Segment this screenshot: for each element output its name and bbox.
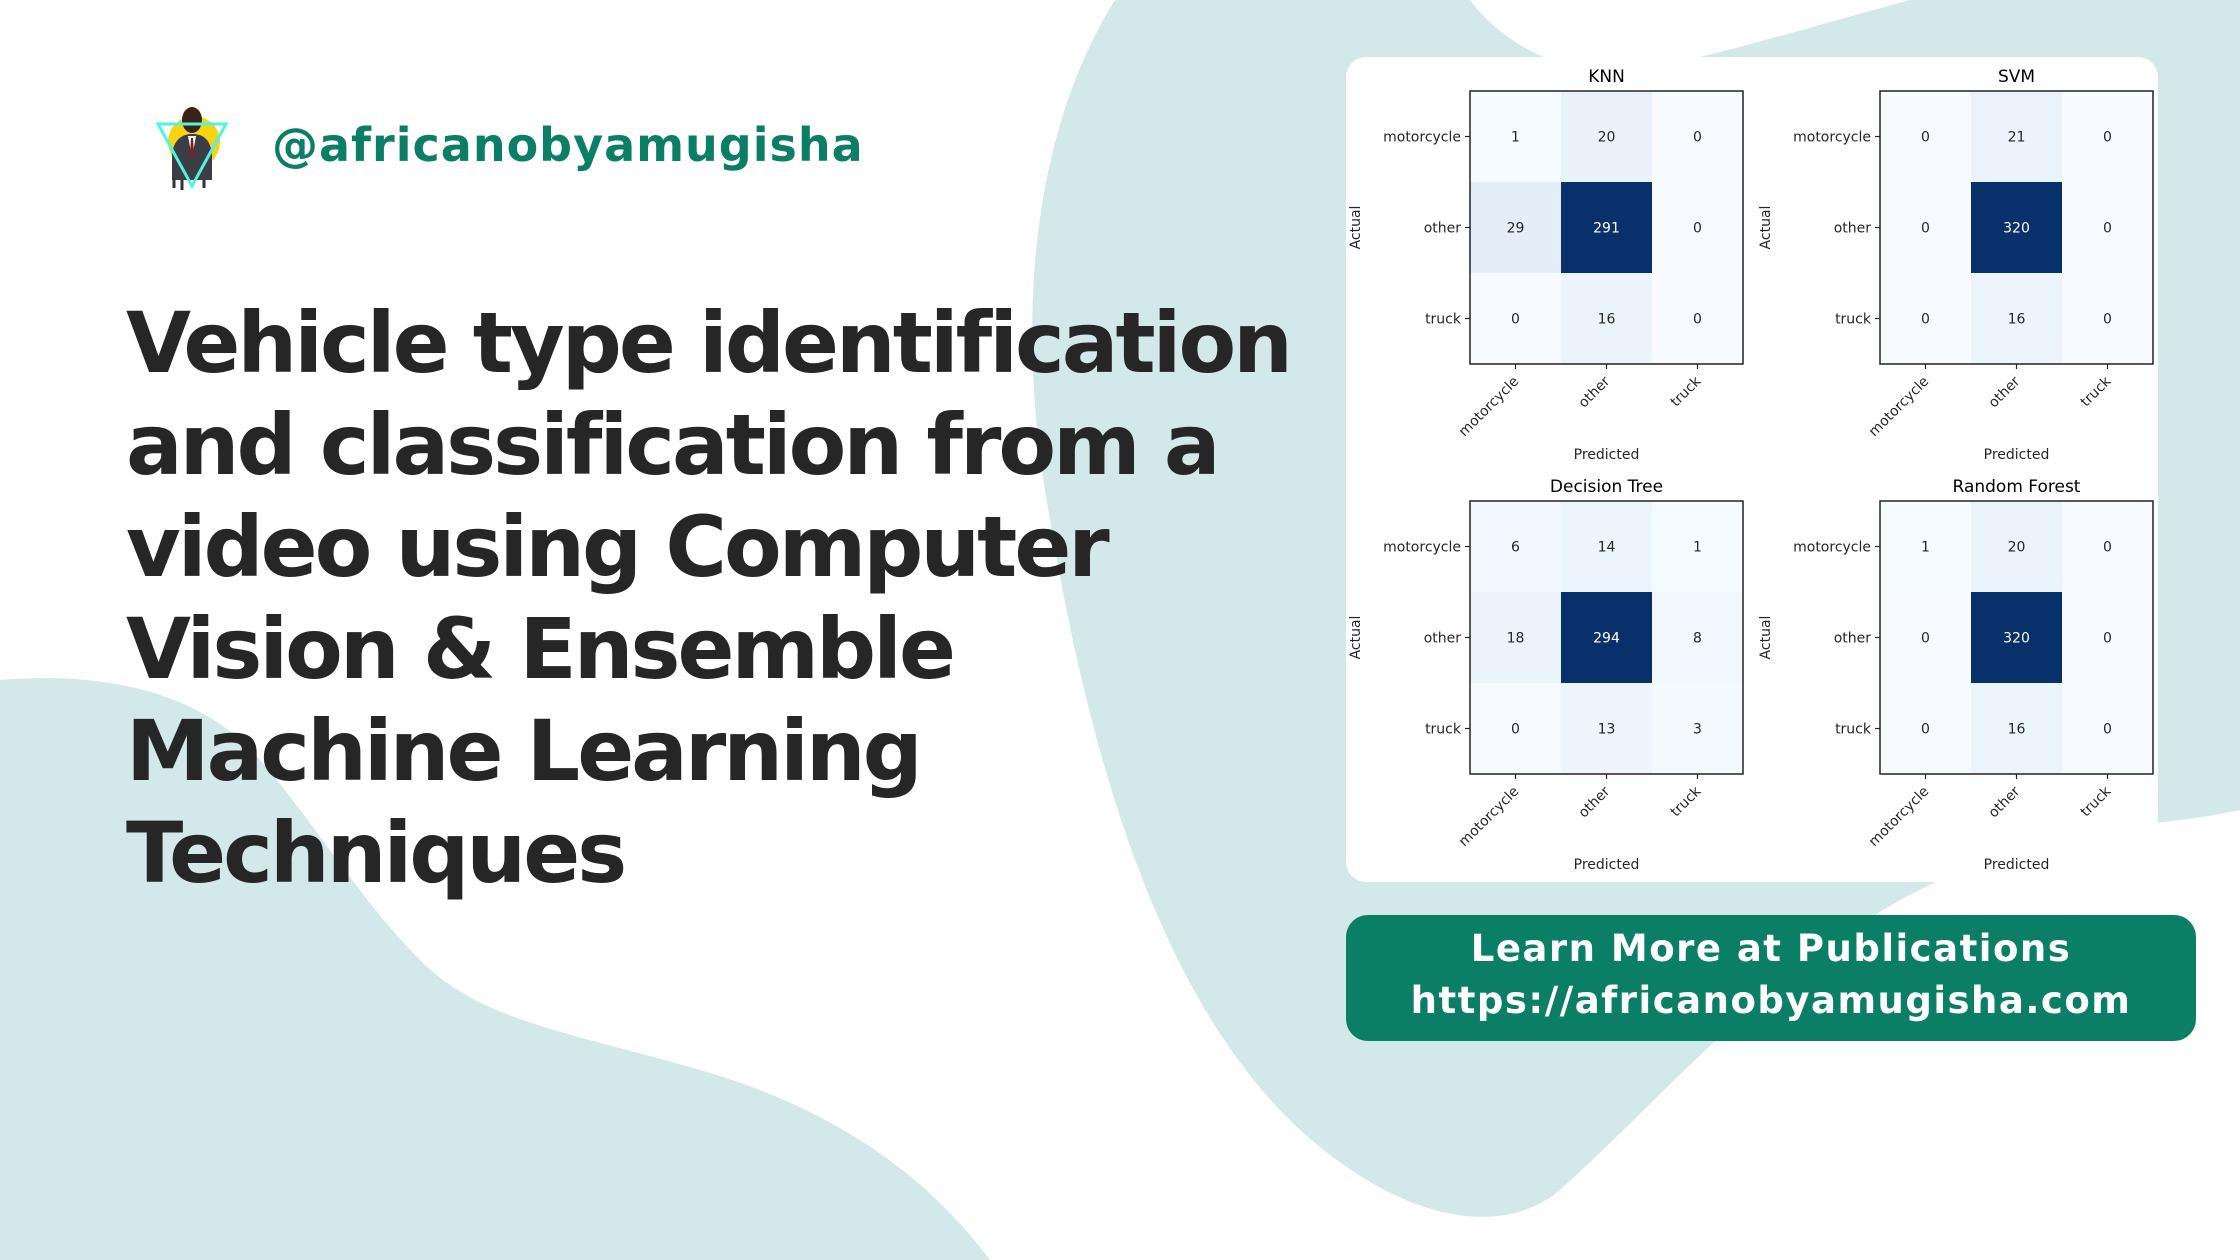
confusion-matrix-svm: SVM 0 21 0 0 320 0 0 16 0 motorcycle other truck moto… <box>1758 67 2154 463</box>
x-tick-label: other <box>1986 373 2024 411</box>
cell-value: 16 <box>2008 312 2026 328</box>
title-line: video using Computer <box>126 498 1110 596</box>
brand-handle[interactable]: @africanobyamugisha <box>272 118 864 172</box>
x-tick-label: truck <box>2078 373 2115 410</box>
cell-value: 0 <box>1921 312 1930 328</box>
x-tick-label: motorcycle <box>1866 784 1932 850</box>
cell-value: 20 <box>2008 540 2026 556</box>
y-tick-label: motorcycle <box>1793 540 1871 556</box>
chart-title: Decision Tree <box>1550 477 1663 497</box>
profile-portrait-icon <box>152 94 232 192</box>
y-axis-label: Actual <box>1758 616 1774 660</box>
cell-value: 291 <box>1593 221 1620 237</box>
y-axis-label: Actual <box>1758 206 1774 250</box>
y-axis-label: Actual <box>1348 616 1364 660</box>
y-tick-label: truck <box>1425 722 1462 738</box>
title-line: Machine Learning <box>126 702 923 800</box>
chart-title: Random Forest <box>1953 477 2081 497</box>
chart-title: SVM <box>1998 67 2035 87</box>
cell-value: 0 <box>2103 221 2112 237</box>
confusion-matrix-knn: KNN 1 20 0 29 291 0 0 16 0 motorcycle other truck mot… <box>1348 67 1744 463</box>
cell-value: 20 <box>1598 130 1616 146</box>
cell-value: 3 <box>1693 722 1702 738</box>
y-tick-label: truck <box>1835 722 1872 738</box>
cell-value: 0 <box>1693 130 1702 146</box>
y-tick-label: truck <box>1835 312 1872 328</box>
cell-value: 0 <box>2103 540 2112 556</box>
x-axis-label: Predicted <box>1574 447 1640 463</box>
confusion-matrix-card: KNN 1 20 0 29 291 0 0 16 0 motorcycle other truck mot… <box>1346 57 2158 882</box>
cell-value: 18 <box>1507 631 1525 647</box>
cell-value: 0 <box>1921 631 1930 647</box>
cell-value: 0 <box>1921 722 1930 738</box>
cell-value: 8 <box>1693 631 1702 647</box>
x-tick-label: other <box>1986 783 2024 821</box>
chart-title: KNN <box>1588 67 1625 87</box>
cell-value: 13 <box>1598 722 1616 738</box>
cta-url[interactable]: https://africanobyamugisha.com <box>1346 975 2196 1027</box>
brand-header <box>152 94 232 192</box>
y-tick-label: other <box>1834 221 1872 237</box>
confusion-matrix-decision-tree: Decision Tree 6 14 1 18 294 8 0 13 3 motorcycle oth… <box>1348 477 1744 873</box>
title-line: Vehicle type identification <box>126 294 1293 392</box>
cell-value: 16 <box>1598 312 1616 328</box>
title-line: Techniques <box>126 804 627 902</box>
cell-value: 320 <box>2003 631 2030 647</box>
y-tick-label: other <box>1834 631 1872 647</box>
cell-value: 0 <box>2103 722 2112 738</box>
x-axis-label: Predicted <box>1984 447 2050 463</box>
cell-value: 0 <box>1693 312 1702 328</box>
y-tick-label: motorcycle <box>1383 130 1461 146</box>
cell-value: 0 <box>1921 130 1930 146</box>
x-axis-label: Predicted <box>1574 857 1640 873</box>
cell-value: 320 <box>2003 221 2030 237</box>
cell-value: 0 <box>1921 221 1930 237</box>
cell-value: 294 <box>1593 631 1620 647</box>
x-tick-label: other <box>1576 373 1614 411</box>
cell-value: 14 <box>1598 540 1616 556</box>
cell-value: 0 <box>1693 221 1702 237</box>
cell-value: 1 <box>1511 130 1520 146</box>
cell-value: 29 <box>1507 221 1525 237</box>
confusion-matrix-random-forest: Random Forest 1 20 0 0 320 0 0 16 0 motorcycle othe… <box>1758 477 2154 873</box>
x-tick-label: motorcycle <box>1456 374 1522 440</box>
x-axis-label: Predicted <box>1984 857 2050 873</box>
page-title: Vehicle type identification and classifi… <box>126 292 1366 904</box>
x-tick-label: other <box>1576 783 1614 821</box>
title-line: and classification from a <box>126 396 1221 494</box>
cell-value: 16 <box>2008 722 2026 738</box>
cell-value: 0 <box>2103 130 2112 146</box>
y-tick-label: truck <box>1425 312 1462 328</box>
confusion-matrices: KNN1 20 029 291 00 16 0motorcycleothertruckmot… <box>1348 67 2154 873</box>
cell-value: 0 <box>2103 631 2112 647</box>
x-tick-label: motorcycle <box>1866 374 1932 440</box>
cta-line-1: Learn More at Publications <box>1470 927 2072 970</box>
cell-value: 1 <box>1921 540 1930 556</box>
cell-value: 0 <box>1511 722 1520 738</box>
learn-more-button[interactable]: Learn More at Publications https://afric… <box>1346 915 2196 1041</box>
cell-value: 0 <box>2103 312 2112 328</box>
x-tick-label: truck <box>2078 783 2115 820</box>
y-tick-label: other <box>1424 221 1462 237</box>
x-tick-label: truck <box>1668 373 1705 410</box>
y-tick-label: motorcycle <box>1793 130 1871 146</box>
cell-value: 1 <box>1693 540 1702 556</box>
title-line: Vision & Ensemble <box>126 600 956 698</box>
cell-value: 6 <box>1511 540 1520 556</box>
y-axis-label: Actual <box>1348 206 1364 250</box>
cell-value: 0 <box>1511 312 1520 328</box>
y-tick-label: motorcycle <box>1383 540 1461 556</box>
y-tick-label: other <box>1424 631 1462 647</box>
x-tick-label: motorcycle <box>1456 784 1522 850</box>
cell-value: 21 <box>2008 130 2026 146</box>
x-tick-label: truck <box>1668 783 1705 820</box>
